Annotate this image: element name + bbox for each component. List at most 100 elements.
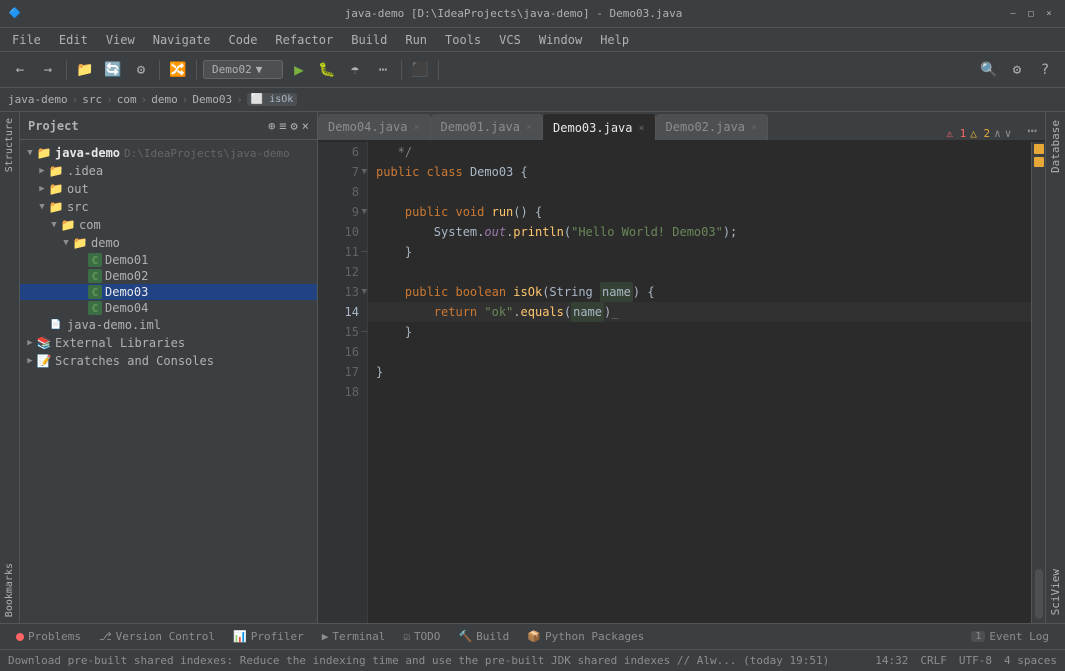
tree-demo01[interactable]: C Demo01 <box>20 252 317 268</box>
fold-arrow-11[interactable]: — <box>362 242 367 262</box>
panel-collapse-icon[interactable]: ≡ <box>279 119 286 133</box>
tree-extlib[interactable]: ▶ 📚 External Libraries <box>20 334 317 352</box>
tree-scratches[interactable]: ▶ 📝 Scratches and Consoles <box>20 352 317 370</box>
menu-item-view[interactable]: View <box>98 31 143 49</box>
menu-item-build[interactable]: Build <box>343 31 395 49</box>
panel-close-icon[interactable]: × <box>302 119 309 133</box>
tab-demo03[interactable]: Demo03.java × <box>543 114 656 140</box>
tab-demo02[interactable]: Demo02.java × <box>656 114 769 140</box>
tree-src-arrow[interactable]: ▼ <box>36 202 48 212</box>
window-controls[interactable]: – □ × <box>1005 6 1057 22</box>
bookmarks-tab[interactable]: Bookmarks <box>2 557 17 623</box>
tree-com[interactable]: ▼ 📁 com <box>20 216 317 234</box>
python-packages-tab[interactable]: 📦 Python Packages <box>519 628 652 645</box>
maximize-button[interactable]: □ <box>1023 6 1039 22</box>
menu-item-refactor[interactable]: Refactor <box>267 31 341 49</box>
tab-more-button[interactable]: ⋯ <box>1019 121 1045 140</box>
tree-scratches-arrow[interactable]: ▶ <box>24 356 36 366</box>
breadcrumb-class[interactable]: Demo03 <box>192 93 232 106</box>
tab-demo04[interactable]: Demo04.java × <box>318 114 431 140</box>
problems-tab[interactable]: Problems <box>8 628 89 645</box>
tree-demo03[interactable]: C Demo03 <box>20 284 317 300</box>
stop-button[interactable]: ⬛ <box>408 58 432 82</box>
collapse-icon[interactable]: ∨ <box>1005 127 1012 140</box>
toolbar-settings-button[interactable]: ⚙ <box>129 58 153 82</box>
tab-demo02-close[interactable]: × <box>751 122 757 133</box>
database-tab[interactable]: Database <box>1047 112 1064 181</box>
run-button[interactable]: ▶ <box>287 58 311 82</box>
error-marker-2[interactable] <box>1034 157 1044 167</box>
tree-demo02[interactable]: C Demo02 <box>20 268 317 284</box>
tree-demo[interactable]: ▼ 📁 demo <box>20 234 317 252</box>
tab-demo01-close[interactable]: × <box>526 122 532 133</box>
search-everywhere-button[interactable]: 🔍 <box>977 58 1001 82</box>
breadcrumb-demo[interactable]: demo <box>151 93 178 106</box>
code-area[interactable]: */ public class Demo03 { public void run… <box>368 142 1031 623</box>
tree-idea[interactable]: ▶ 📁 .idea <box>20 162 317 180</box>
menu-item-tools[interactable]: Tools <box>437 31 489 49</box>
tab-demo03-close[interactable]: × <box>639 123 645 134</box>
tree-iml[interactable]: 📄 java-demo.iml <box>20 316 317 334</box>
tree-demo04[interactable]: C Demo04 <box>20 300 317 316</box>
todo-tab[interactable]: ☑ TODO <box>395 628 448 645</box>
menu-item-vcs[interactable]: VCS <box>491 31 529 49</box>
toolbar-sync-button[interactable]: 🔄 <box>101 58 125 82</box>
menu-item-file[interactable]: File <box>4 31 49 49</box>
cursor-position[interactable]: 14:32 <box>875 654 908 667</box>
tab-demo04-close[interactable]: × <box>413 122 419 133</box>
tree-src[interactable]: ▼ 📁 src <box>20 198 317 216</box>
tree-idea-arrow[interactable]: ▶ <box>36 166 48 176</box>
code-line-14[interactable]: 💡 return "ok".equals(name)_ <box>368 302 1031 322</box>
fold-arrow-9[interactable]: ▼ <box>362 202 367 222</box>
tree-root-arrow[interactable]: ▼ <box>24 148 36 158</box>
run-config-dropdown[interactable]: Demo02 ▼ <box>203 60 283 79</box>
debug-button[interactable]: 🐛 <box>315 58 339 82</box>
fold-arrow-13[interactable]: ▼ <box>362 282 367 302</box>
error-marker-1[interactable] <box>1034 144 1044 154</box>
help-button[interactable]: ? <box>1033 58 1057 82</box>
line-ending[interactable]: CRLF <box>920 654 947 667</box>
sciview-tab[interactable]: SciView <box>1047 561 1064 623</box>
build-tab[interactable]: 🔨 Build <box>450 628 517 645</box>
panel-add-icon[interactable]: ⊕ <box>268 119 275 133</box>
breadcrumb-src[interactable]: src <box>82 93 102 106</box>
menu-item-navigate[interactable]: Navigate <box>145 31 219 49</box>
event-log-tab[interactable]: 1 Event Log <box>963 628 1057 645</box>
toolbar-vcs-button[interactable]: 🔀 <box>166 58 190 82</box>
menu-item-help[interactable]: Help <box>592 31 637 49</box>
version-control-tab[interactable]: ⎇ Version Control <box>91 628 223 645</box>
structure-tab[interactable]: Structure <box>2 112 17 178</box>
minimize-button[interactable]: – <box>1005 6 1021 22</box>
more-actions-button[interactable]: ⋯ <box>371 58 395 82</box>
toolbar-forward-button[interactable]: → <box>36 58 60 82</box>
indent[interactable]: 4 spaces <box>1004 654 1057 667</box>
breadcrumb-method[interactable]: ⬜ isOk <box>247 93 298 106</box>
breadcrumb: java-demo › src › com › demo › Demo03 › … <box>0 88 1065 112</box>
tree-extlib-arrow[interactable]: ▶ <box>24 338 36 348</box>
fold-arrow-15[interactable]: — <box>362 322 367 342</box>
breadcrumb-project[interactable]: java-demo <box>8 93 68 106</box>
profiler-tab[interactable]: 📊 Profiler <box>225 628 312 645</box>
tab-demo01[interactable]: Demo01.java × <box>431 114 544 140</box>
menu-item-run[interactable]: Run <box>397 31 435 49</box>
fold-arrow-7[interactable]: ▼ <box>362 162 367 182</box>
tree-out-arrow[interactable]: ▶ <box>36 184 48 194</box>
breadcrumb-com[interactable]: com <box>117 93 137 106</box>
coverage-button[interactable]: ☂ <box>343 58 367 82</box>
close-button[interactable]: × <box>1041 6 1057 22</box>
tree-demo-arrow[interactable]: ▼ <box>60 238 72 248</box>
encoding[interactable]: UTF-8 <box>959 654 992 667</box>
panel-gear-icon[interactable]: ⚙ <box>291 119 298 133</box>
expand-icon[interactable]: ∧ <box>994 127 1001 140</box>
toolbar-back-button[interactable]: ← <box>8 58 32 82</box>
menu-item-window[interactable]: Window <box>531 31 590 49</box>
settings-gear-button[interactable]: ⚙ <box>1005 58 1029 82</box>
scrollbar-thumb[interactable] <box>1035 569 1043 619</box>
terminal-tab[interactable]: ▶ Terminal <box>314 628 394 645</box>
tree-com-arrow[interactable]: ▼ <box>48 220 60 230</box>
toolbar-add-button[interactable]: 📁 <box>73 58 97 82</box>
menu-item-edit[interactable]: Edit <box>51 31 96 49</box>
tree-out[interactable]: ▶ 📁 out <box>20 180 317 198</box>
tree-root[interactable]: ▼ 📁 java-demo D:\IdeaProjects\java-demo <box>20 144 317 162</box>
menu-item-code[interactable]: Code <box>221 31 266 49</box>
